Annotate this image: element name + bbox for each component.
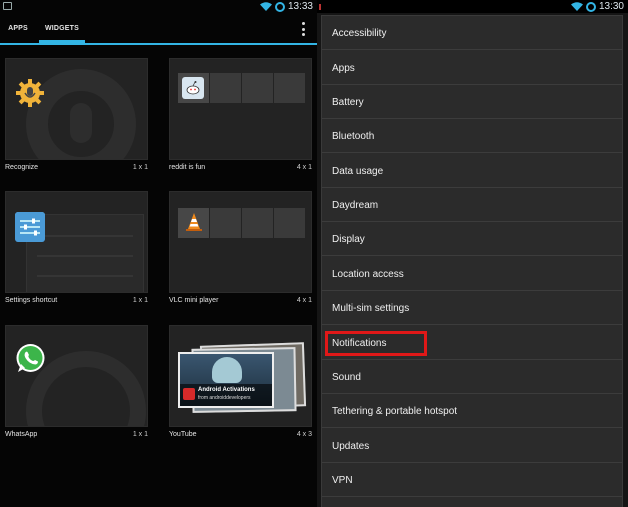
menu-item-label: Display xyxy=(332,234,365,245)
video-title: Android Activations xyxy=(198,387,255,393)
menu-item-label: Tethering & portable hotspot xyxy=(332,406,458,417)
tab-widgets[interactable]: WIDGETS xyxy=(39,14,85,44)
widget-reddit[interactable]: reddit is fun 4 x 1 xyxy=(169,58,312,175)
widget-size: 4 x 3 xyxy=(296,431,312,438)
menu-item-label: Apps xyxy=(332,63,355,74)
menu-item-label: Multi-sim settings xyxy=(332,303,410,314)
widget-settings-shortcut[interactable]: Settings shortcut 1 x 1 xyxy=(5,191,148,308)
wifi-icon xyxy=(259,2,272,11)
youtube-icon xyxy=(183,388,195,400)
gallery-notification-icon xyxy=(3,2,12,10)
widget-size: 4 x 1 xyxy=(296,164,312,171)
menu-item-tethering[interactable]: Tethering & portable hotspot xyxy=(322,394,622,428)
menu-item-bluetooth[interactable]: Bluetooth xyxy=(322,119,622,153)
signal-icon xyxy=(274,1,285,12)
widget-vlc[interactable]: VLC mini player 4 x 1 xyxy=(169,191,312,308)
widget-size: 1 x 1 xyxy=(132,164,148,171)
gear-mic-icon xyxy=(16,79,44,107)
menu-item-data-usage[interactable]: Data usage xyxy=(322,154,622,188)
menu-item-updates[interactable]: Updates xyxy=(322,429,622,463)
youtube-video-card: Android Activations from androiddevelope… xyxy=(178,352,274,408)
widget-size: 4 x 1 xyxy=(296,297,312,304)
widget-name: reddit is fun xyxy=(169,164,206,171)
widget-size: 1 x 1 xyxy=(132,297,148,304)
widget-name: Settings shortcut xyxy=(5,297,58,304)
menu-item-label: Accessibility xyxy=(332,28,387,39)
whatsapp-icon xyxy=(16,344,45,372)
tab-apps[interactable]: APPS xyxy=(3,14,33,43)
widget-name: VLC mini player xyxy=(169,297,219,304)
widget-preview xyxy=(5,191,148,293)
widget-name: Recognize xyxy=(5,164,39,171)
widget-preview: Android Activations from androiddevelope… xyxy=(169,325,312,427)
video-subtitle: from androiddevelopers xyxy=(198,395,251,401)
settings-sliders-icon xyxy=(15,212,45,242)
widget-size: 1 x 1 xyxy=(132,431,148,438)
widget-preview xyxy=(169,191,312,293)
menu-item-label: Data usage xyxy=(332,166,384,177)
widget-name: YouTube xyxy=(169,431,197,438)
tab-bar: APPS WIDGETS xyxy=(0,14,317,45)
widget-name: WhatsApp xyxy=(5,431,38,438)
widget-youtube[interactable]: Android Activations from androiddevelope… xyxy=(169,325,312,442)
status-time: 13:33 xyxy=(287,1,313,12)
menu-item-label: Updates xyxy=(332,441,370,452)
menu-item-battery[interactable]: Battery xyxy=(322,85,622,119)
status-time: 13:30 xyxy=(598,1,624,12)
signal-icon xyxy=(585,1,596,12)
widget-recognize[interactable]: Recognize 1 x 1 xyxy=(5,58,148,175)
notifications-highlight-box xyxy=(325,331,427,356)
menu-item-label: Sound xyxy=(332,372,361,383)
vlc-cone-icon xyxy=(186,213,202,231)
menu-item-label: Bluetooth xyxy=(332,131,375,142)
widget-whatsapp[interactable]: WhatsApp 1 x 1 xyxy=(5,325,148,442)
settings-menu: Accessibility Apps Battery Bluetooth Dat… xyxy=(322,16,622,507)
menu-item-sound[interactable]: Sound xyxy=(322,360,622,394)
menu-item-apps[interactable]: Apps xyxy=(322,51,622,85)
status-bar-left: 13:33 xyxy=(0,0,317,13)
widget-preview xyxy=(169,58,312,160)
menu-item-display[interactable]: Display xyxy=(322,222,622,256)
menu-item-label: Battery xyxy=(332,97,364,108)
menu-item-accessibility[interactable]: Accessibility xyxy=(322,16,622,50)
menu-item-location-access[interactable]: Location access xyxy=(322,257,622,291)
menu-item-vpn[interactable]: VPN xyxy=(322,463,622,497)
overflow-menu-icon[interactable] xyxy=(301,22,305,36)
status-bar-right: 13:30 xyxy=(317,0,628,13)
menu-item-label: VPN xyxy=(332,475,353,486)
widget-preview xyxy=(5,325,148,427)
wifi-icon xyxy=(570,2,583,11)
menu-item-label: Location access xyxy=(332,269,404,280)
widgets-screen: 13:33 APPS WIDGETS Recognize 1 x 1 reddi… xyxy=(0,0,317,507)
widget-preview xyxy=(5,58,148,160)
menu-item-label: Daydream xyxy=(332,200,379,211)
menu-item-daydream[interactable]: Daydream xyxy=(322,188,622,222)
menu-item-multi-sim-settings[interactable]: Multi-sim settings xyxy=(322,291,622,325)
reddit-alien-icon xyxy=(182,77,204,99)
settings-screen: 13:30 Accessibility Apps Battery Bluetoo… xyxy=(317,0,628,507)
